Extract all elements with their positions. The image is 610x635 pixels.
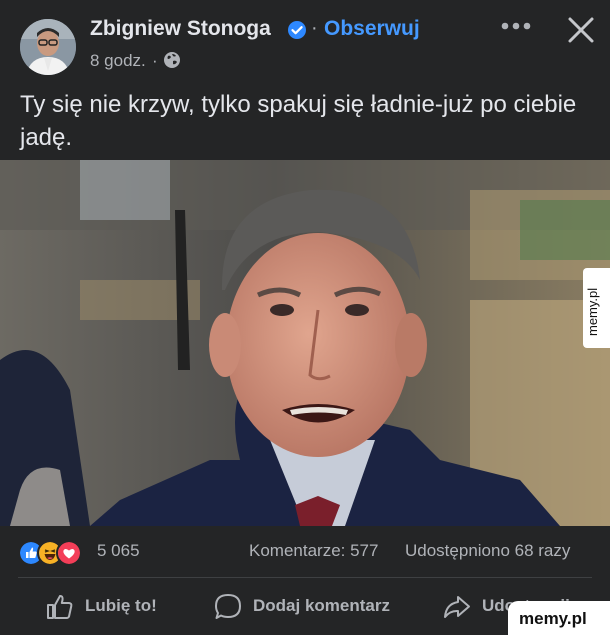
thumbs-up-icon	[47, 594, 73, 619]
share-count-link[interactable]: Udostępniono 68 razy	[405, 541, 570, 561]
post-header: Zbigniew Stonoga · Obserwuj 8 godz. ·	[0, 0, 610, 80]
author-name[interactable]: Zbigniew Stonoga	[90, 17, 271, 41]
time-separator: ·	[152, 51, 158, 70]
post-photo[interactable]	[0, 160, 610, 526]
like-label: Lubię to!	[85, 596, 157, 615]
close-icon[interactable]	[565, 14, 597, 46]
share-arrow-icon	[444, 596, 470, 618]
post-time[interactable]: 8 godz.	[90, 51, 146, 71]
more-horizontal-icon[interactable]	[496, 11, 536, 41]
post-text: Ty się nie krzyw, tylko spakuj się ładni…	[20, 91, 577, 151]
header-separator: ·	[311, 17, 318, 39]
reaction-icons[interactable]	[18, 540, 98, 566]
memy-watermark-side: memy.pl	[583, 268, 610, 348]
globe-icon	[164, 52, 180, 68]
verified-badge-icon	[288, 21, 306, 39]
memy-watermark-bottom: memy.pl	[508, 601, 610, 635]
comment-label: Dodaj komentarz	[253, 596, 390, 615]
like-button[interactable]: Lubię to!	[45, 592, 165, 622]
follow-button[interactable]: Obserwuj	[324, 17, 420, 41]
comment-count-link[interactable]: Komentarze: 577	[249, 541, 378, 561]
love-reaction-icon	[56, 540, 82, 566]
actions-divider	[18, 577, 592, 578]
comment-icon	[215, 594, 241, 619]
author-avatar[interactable]	[20, 19, 76, 75]
comment-button[interactable]: Dodaj komentarz	[213, 592, 403, 622]
reaction-count[interactable]: 5 065	[97, 541, 140, 561]
